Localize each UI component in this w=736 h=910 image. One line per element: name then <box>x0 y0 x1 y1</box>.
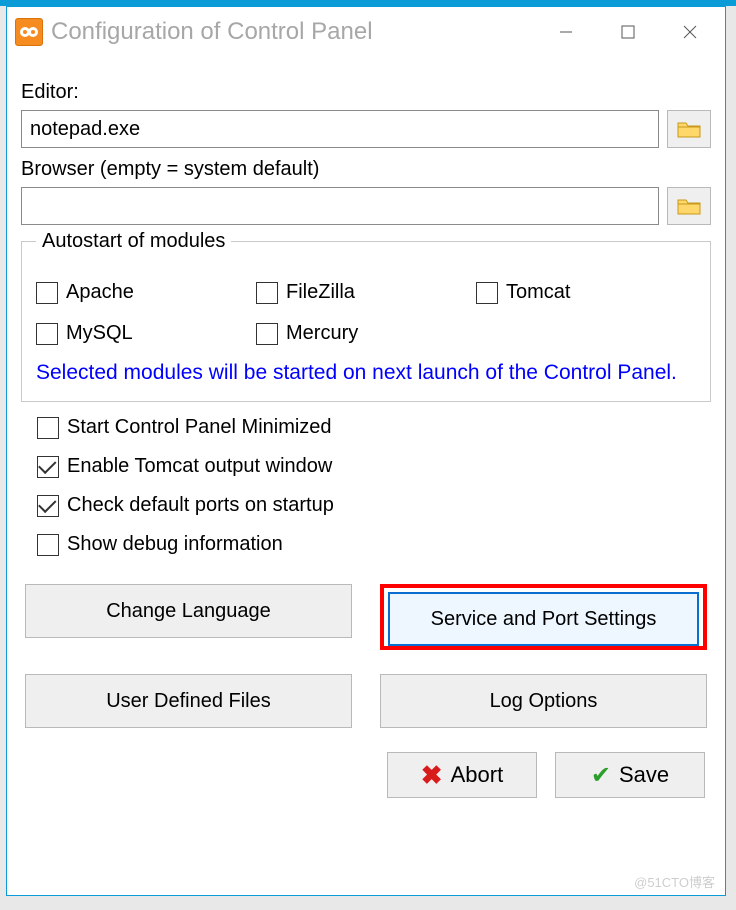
watermark: @51CTO博客 <box>634 872 715 891</box>
window-title: Configuration of Control Panel <box>51 18 373 46</box>
config-dialog: Configuration of Control Panel Editor: B… <box>6 6 726 896</box>
service-port-settings-button[interactable]: Service and Port Settings <box>388 592 699 646</box>
button-label: Change Language <box>106 600 271 623</box>
folder-icon <box>677 196 701 216</box>
checkbox-filezilla[interactable]: FileZilla <box>256 281 476 304</box>
checkbox-icon <box>36 282 58 304</box>
checkbox-icon <box>476 282 498 304</box>
checkbox-icon <box>37 495 59 517</box>
checkbox-apache[interactable]: Apache <box>36 281 256 304</box>
checkbox-tomcat[interactable]: Tomcat <box>476 281 696 304</box>
editor-label: Editor: <box>21 81 711 104</box>
folder-icon <box>677 119 701 139</box>
button-label: Log Options <box>490 690 598 713</box>
checkbox-start-minimized[interactable]: Start Control Panel Minimized <box>37 416 711 439</box>
editor-input[interactable] <box>21 110 659 148</box>
checkbox-label: Apache <box>66 281 134 304</box>
checkbox-mercury[interactable]: Mercury <box>256 322 476 345</box>
button-label: Service and Port Settings <box>431 608 657 631</box>
checkbox-mysql[interactable]: MySQL <box>36 322 256 345</box>
app-icon <box>15 18 43 46</box>
browser-browse-button[interactable] <box>667 187 711 225</box>
user-defined-files-button[interactable]: User Defined Files <box>25 674 352 728</box>
autostart-group: Autostart of modules Apache FileZilla To… <box>21 241 711 402</box>
checkbox-icon <box>37 456 59 478</box>
button-label: Save <box>619 762 669 788</box>
checkbox-enable-tomcat-output[interactable]: Enable Tomcat output window <box>37 455 711 478</box>
checkbox-icon <box>256 323 278 345</box>
checkbox-icon <box>37 417 59 439</box>
highlight-annotation: Service and Port Settings <box>380 584 707 650</box>
check-icon: ✔ <box>591 761 611 790</box>
checkbox-icon <box>37 534 59 556</box>
abort-button[interactable]: ✖ Abort <box>387 752 537 798</box>
checkbox-label: Mercury <box>286 322 358 345</box>
browser-label: Browser (empty = system default) <box>21 158 711 181</box>
browser-input[interactable] <box>21 187 659 225</box>
checkbox-show-debug[interactable]: Show debug information <box>37 533 711 556</box>
checkbox-label: Enable Tomcat output window <box>67 455 332 478</box>
minimize-button[interactable] <box>535 12 597 52</box>
cross-icon: ✖ <box>421 760 443 791</box>
checkbox-label: Tomcat <box>506 281 570 304</box>
button-label: Abort <box>451 762 504 788</box>
log-options-button[interactable]: Log Options <box>380 674 707 728</box>
checkbox-check-default-ports[interactable]: Check default ports on startup <box>37 494 711 517</box>
checkbox-label: Check default ports on startup <box>67 494 334 517</box>
close-button[interactable] <box>659 12 721 52</box>
checkbox-label: FileZilla <box>286 281 355 304</box>
checkbox-label: Show debug information <box>67 533 283 556</box>
maximize-button[interactable] <box>597 12 659 52</box>
checkbox-icon <box>256 282 278 304</box>
save-button[interactable]: ✔ Save <box>555 752 705 798</box>
checkbox-label: Start Control Panel Minimized <box>67 416 332 439</box>
autostart-legend: Autostart of modules <box>36 230 231 253</box>
checkbox-label: MySQL <box>66 322 133 345</box>
titlebar: Configuration of Control Panel <box>7 7 725 57</box>
change-language-button[interactable]: Change Language <box>25 584 352 638</box>
autostart-note: Selected modules will be started on next… <box>36 359 696 387</box>
checkbox-icon <box>36 323 58 345</box>
editor-browse-button[interactable] <box>667 110 711 148</box>
button-label: User Defined Files <box>106 690 271 713</box>
